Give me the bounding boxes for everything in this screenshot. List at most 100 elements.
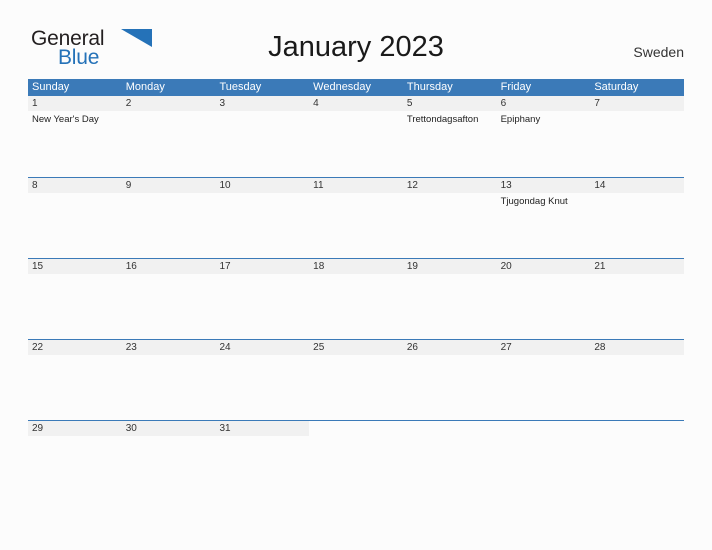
day-events <box>403 193 497 196</box>
day-number-band: 12 <box>402 178 497 193</box>
day-number: 30 <box>125 423 137 434</box>
day-number: 17 <box>219 261 231 272</box>
day-number: 18 <box>313 261 325 272</box>
calendar-day-cell[interactable]: 24 <box>215 340 310 420</box>
day-number-band: 31 <box>215 421 310 436</box>
day-number: 16 <box>125 261 137 272</box>
day-number: 3 <box>219 98 225 109</box>
day-events <box>403 436 497 439</box>
day-number-band: 25 <box>309 340 403 355</box>
day-number-band: 1 <box>28 96 122 111</box>
day-number: 5 <box>406 98 413 109</box>
page-title: January 2023 <box>268 31 444 63</box>
day-number-band: 14 <box>590 178 685 193</box>
day-number: 28 <box>594 342 606 353</box>
calendar-day-cell[interactable]: 12 <box>402 178 497 258</box>
calendar-day-cell[interactable]: 3 <box>215 96 310 177</box>
day-number-band: 29 <box>28 421 122 436</box>
day-events <box>122 193 216 196</box>
day-events <box>28 274 122 277</box>
calendar-day-cell[interactable]: 4 <box>309 96 403 177</box>
day-number: 24 <box>219 342 231 353</box>
day-events <box>309 193 403 196</box>
calendar-day-cell[interactable]: 7 <box>590 96 685 177</box>
calendar-day-cell[interactable]: 6 Epiphany <box>496 96 591 177</box>
calendar-day-cell[interactable]: 9 <box>121 178 216 258</box>
weekday-header-saturday: Saturday <box>594 81 639 93</box>
day-number-band: 27 <box>496 340 591 355</box>
day-number-band: 20 <box>496 259 591 274</box>
day-events: Epiphany <box>497 111 591 126</box>
calendar-day-cell-empty <box>309 421 403 500</box>
day-number: 26 <box>406 342 418 353</box>
calendar-day-cell[interactable]: 21 <box>590 259 685 339</box>
day-number-band <box>309 421 403 436</box>
country-label: Sweden <box>633 44 684 60</box>
calendar-day-cell[interactable]: 20 <box>496 259 591 339</box>
day-number: 2 <box>125 98 132 109</box>
day-events: Tjugondag Knut <box>497 193 591 208</box>
day-number-band: 28 <box>590 340 685 355</box>
calendar-week-row: 15 16 17 18 19 20 21 <box>28 258 685 339</box>
day-events <box>122 111 216 114</box>
day-number-band: 9 <box>121 178 216 193</box>
day-events <box>28 355 122 358</box>
calendar-day-cell-empty <box>497 421 591 500</box>
calendar-day-cell[interactable]: 10 <box>215 178 310 258</box>
day-number-band: 6 <box>496 96 591 111</box>
day-events <box>497 274 591 277</box>
day-number-band: 22 <box>28 340 122 355</box>
day-number: 31 <box>219 423 231 434</box>
day-number: 19 <box>406 261 418 272</box>
calendar-day-cell[interactable]: 19 <box>402 259 497 339</box>
day-number-band: 4 <box>309 96 403 111</box>
day-number-band: 2 <box>121 96 216 111</box>
calendar-day-cell[interactable]: 11 <box>309 178 403 258</box>
day-number: 14 <box>594 180 606 191</box>
day-events <box>309 111 403 114</box>
day-number: 25 <box>313 342 325 353</box>
calendar-day-cell[interactable]: 13 Tjugondag Knut <box>496 178 591 258</box>
day-events <box>215 193 309 196</box>
calendar-day-cell[interactable]: 15 <box>28 259 122 339</box>
day-number: 20 <box>500 261 512 272</box>
calendar-day-cell[interactable]: 8 <box>28 178 122 258</box>
day-events <box>215 355 309 358</box>
calendar-day-cell[interactable]: 30 <box>121 421 216 500</box>
day-events: Trettondagsafton <box>403 111 497 126</box>
day-number-band: 30 <box>121 421 216 436</box>
day-number-band: 11 <box>309 178 403 193</box>
day-number: 22 <box>32 342 44 353</box>
calendar-week-row: 1 New Year's Day 2 3 4 5 Trettondagsafton 6 Epip… <box>28 96 685 177</box>
calendar-day-cell[interactable]: 18 <box>309 259 403 339</box>
page-header: General Blue January 2023 Sweden <box>0 0 712 78</box>
calendar-day-cell[interactable]: 5 Trettondagsafton <box>402 96 497 177</box>
day-events <box>122 355 216 358</box>
calendar-day-cell[interactable]: 28 <box>590 340 685 420</box>
day-number-band: 18 <box>309 259 403 274</box>
calendar-day-cell[interactable]: 22 <box>28 340 122 420</box>
day-number: 15 <box>32 261 44 272</box>
day-events <box>122 274 216 277</box>
calendar-day-cell[interactable]: 1 New Year's Day <box>28 96 122 177</box>
day-number: 10 <box>219 180 231 191</box>
day-events <box>215 274 309 277</box>
calendar-day-cell[interactable]: 27 <box>496 340 591 420</box>
calendar-day-cell[interactable]: 2 <box>121 96 216 177</box>
day-number: 21 <box>594 261 606 272</box>
holiday-event-label: New Year's Day <box>32 114 99 125</box>
day-number: 12 <box>406 180 418 191</box>
calendar-day-cell[interactable]: 29 <box>28 421 122 500</box>
calendar-day-cell[interactable]: 14 <box>590 178 685 258</box>
calendar-day-cell[interactable]: 25 <box>309 340 403 420</box>
day-events <box>590 436 684 439</box>
holiday-event-label: Epiphany <box>500 114 541 125</box>
calendar-day-cell[interactable]: 16 <box>121 259 216 339</box>
calendar-day-cell[interactable]: 17 <box>215 259 310 339</box>
calendar-day-cell[interactable]: 26 <box>402 340 497 420</box>
calendar-day-cell[interactable]: 31 <box>215 421 310 500</box>
calendar-grid: Sunday Monday Tuesday Wednesday Thursday… <box>28 79 685 500</box>
day-number-band: 3 <box>215 96 310 111</box>
day-number-band: 5 <box>402 96 497 111</box>
calendar-day-cell[interactable]: 23 <box>121 340 216 420</box>
